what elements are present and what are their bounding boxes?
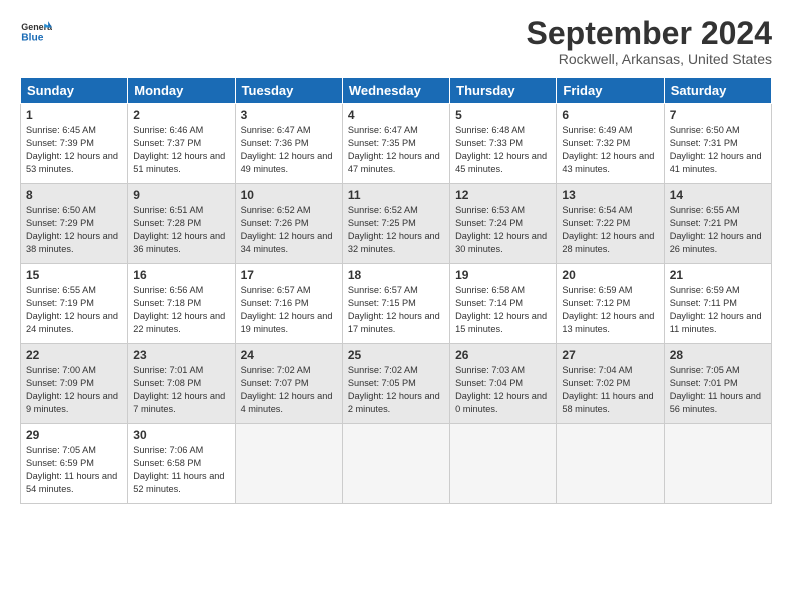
title-section: September 2024 Rockwell, Arkansas, Unite… — [527, 16, 772, 67]
table-row: 6Sunrise: 6:49 AMSunset: 7:32 PMDaylight… — [557, 104, 664, 184]
table-row: 27Sunrise: 7:04 AMSunset: 7:02 PMDayligh… — [557, 344, 664, 424]
table-row: 9Sunrise: 6:51 AMSunset: 7:28 PMDaylight… — [128, 184, 235, 264]
col-saturday: Saturday — [664, 78, 771, 104]
calendar-week-1: 1Sunrise: 6:45 AMSunset: 7:39 PMDaylight… — [21, 104, 772, 184]
table-row: 15Sunrise: 6:55 AMSunset: 7:19 PMDayligh… — [21, 264, 128, 344]
header: General Blue September 2024 Rockwell, Ar… — [20, 16, 772, 67]
table-row: 12Sunrise: 6:53 AMSunset: 7:24 PMDayligh… — [450, 184, 557, 264]
table-row: 23Sunrise: 7:01 AMSunset: 7:08 PMDayligh… — [128, 344, 235, 424]
table-row: 8Sunrise: 6:50 AMSunset: 7:29 PMDaylight… — [21, 184, 128, 264]
table-row: 11Sunrise: 6:52 AMSunset: 7:25 PMDayligh… — [342, 184, 449, 264]
table-row: 22Sunrise: 7:00 AMSunset: 7:09 PMDayligh… — [21, 344, 128, 424]
col-monday: Monday — [128, 78, 235, 104]
table-row — [235, 424, 342, 504]
calendar-week-4: 22Sunrise: 7:00 AMSunset: 7:09 PMDayligh… — [21, 344, 772, 424]
table-row: 25Sunrise: 7:02 AMSunset: 7:05 PMDayligh… — [342, 344, 449, 424]
table-row: 19Sunrise: 6:58 AMSunset: 7:14 PMDayligh… — [450, 264, 557, 344]
table-row: 2Sunrise: 6:46 AMSunset: 7:37 PMDaylight… — [128, 104, 235, 184]
table-row — [450, 424, 557, 504]
col-sunday: Sunday — [21, 78, 128, 104]
table-row: 4Sunrise: 6:47 AMSunset: 7:35 PMDaylight… — [342, 104, 449, 184]
calendar-header-row: Sunday Monday Tuesday Wednesday Thursday… — [21, 78, 772, 104]
table-row: 7Sunrise: 6:50 AMSunset: 7:31 PMDaylight… — [664, 104, 771, 184]
table-row: 30Sunrise: 7:06 AMSunset: 6:58 PMDayligh… — [128, 424, 235, 504]
table-row: 18Sunrise: 6:57 AMSunset: 7:15 PMDayligh… — [342, 264, 449, 344]
table-row: 10Sunrise: 6:52 AMSunset: 7:26 PMDayligh… — [235, 184, 342, 264]
table-row — [557, 424, 664, 504]
col-thursday: Thursday — [450, 78, 557, 104]
calendar-week-2: 8Sunrise: 6:50 AMSunset: 7:29 PMDaylight… — [21, 184, 772, 264]
table-row: 3Sunrise: 6:47 AMSunset: 7:36 PMDaylight… — [235, 104, 342, 184]
table-row: 13Sunrise: 6:54 AMSunset: 7:22 PMDayligh… — [557, 184, 664, 264]
table-row: 5Sunrise: 6:48 AMSunset: 7:33 PMDaylight… — [450, 104, 557, 184]
table-row: 17Sunrise: 6:57 AMSunset: 7:16 PMDayligh… — [235, 264, 342, 344]
logo-icon: General Blue — [20, 16, 52, 48]
table-row: 16Sunrise: 6:56 AMSunset: 7:18 PMDayligh… — [128, 264, 235, 344]
col-friday: Friday — [557, 78, 664, 104]
table-row — [342, 424, 449, 504]
table-row: 28Sunrise: 7:05 AMSunset: 7:01 PMDayligh… — [664, 344, 771, 424]
table-row: 14Sunrise: 6:55 AMSunset: 7:21 PMDayligh… — [664, 184, 771, 264]
table-row: 29Sunrise: 7:05 AMSunset: 6:59 PMDayligh… — [21, 424, 128, 504]
table-row — [664, 424, 771, 504]
svg-text:Blue: Blue — [21, 32, 43, 43]
table-row: 26Sunrise: 7:03 AMSunset: 7:04 PMDayligh… — [450, 344, 557, 424]
table-row: 1Sunrise: 6:45 AMSunset: 7:39 PMDaylight… — [21, 104, 128, 184]
table-row: 21Sunrise: 6:59 AMSunset: 7:11 PMDayligh… — [664, 264, 771, 344]
col-wednesday: Wednesday — [342, 78, 449, 104]
location: Rockwell, Arkansas, United States — [527, 51, 772, 67]
table-row: 24Sunrise: 7:02 AMSunset: 7:07 PMDayligh… — [235, 344, 342, 424]
logo: General Blue — [20, 16, 52, 48]
col-tuesday: Tuesday — [235, 78, 342, 104]
calendar-week-5: 29Sunrise: 7:05 AMSunset: 6:59 PMDayligh… — [21, 424, 772, 504]
calendar: Sunday Monday Tuesday Wednesday Thursday… — [20, 77, 772, 504]
calendar-week-3: 15Sunrise: 6:55 AMSunset: 7:19 PMDayligh… — [21, 264, 772, 344]
month-title: September 2024 — [527, 16, 772, 51]
table-row: 20Sunrise: 6:59 AMSunset: 7:12 PMDayligh… — [557, 264, 664, 344]
